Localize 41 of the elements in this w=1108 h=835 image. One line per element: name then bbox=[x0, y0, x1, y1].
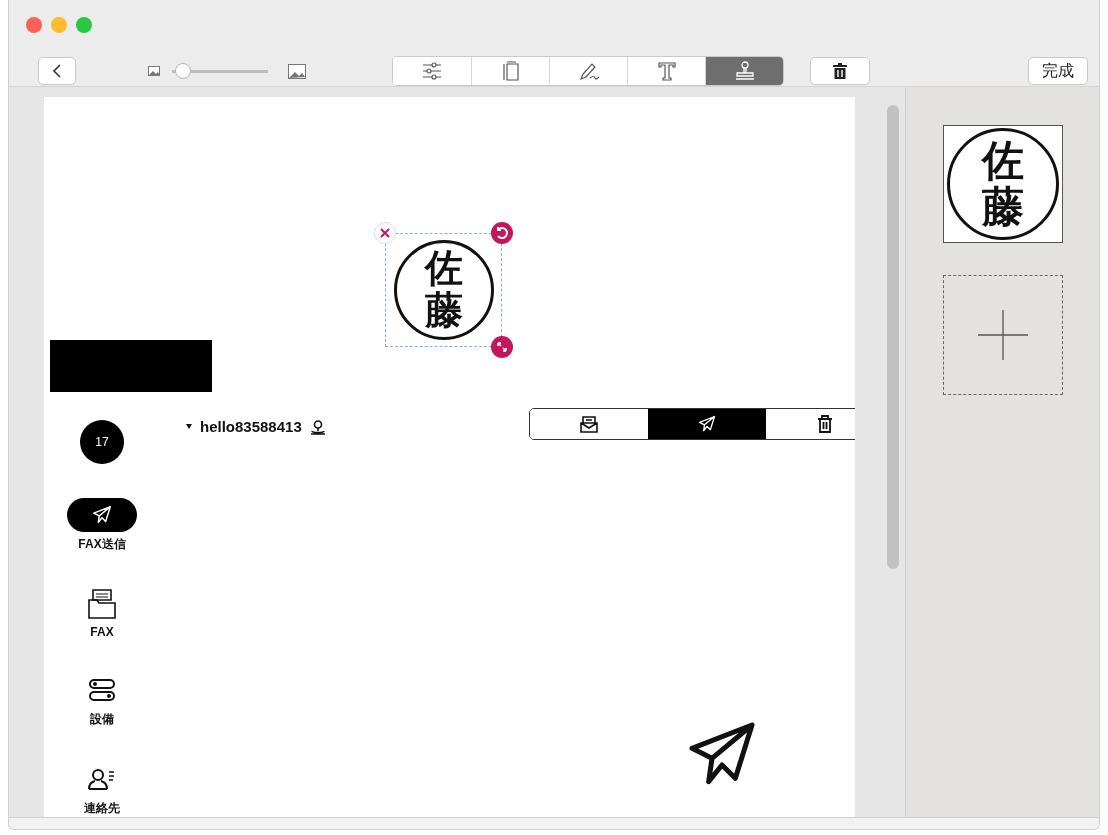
stamp-text: 佐藤 bbox=[424, 248, 463, 332]
caret-icon[interactable] bbox=[186, 424, 192, 429]
segment-tab[interactable] bbox=[648, 409, 766, 439]
close-window-button[interactable] bbox=[26, 17, 42, 33]
scrollbar-thumb[interactable] bbox=[887, 105, 899, 569]
zoom-window-button[interactable] bbox=[76, 17, 92, 33]
server-icon bbox=[88, 678, 116, 702]
sliders-icon bbox=[422, 62, 442, 80]
nav-item[interactable]: FAX bbox=[67, 587, 137, 639]
nav-item[interactable]: 連絡先 bbox=[67, 762, 137, 817]
rotate-handle[interactable] bbox=[491, 222, 513, 244]
paper-plane-icon bbox=[697, 414, 717, 434]
trash-icon bbox=[817, 415, 833, 433]
plus-icon bbox=[977, 310, 1028, 360]
pages-icon bbox=[502, 61, 519, 81]
delete-button[interactable] bbox=[810, 57, 870, 85]
nav-item[interactable]: 設備 bbox=[67, 673, 137, 728]
stamp-selection[interactable]: 佐藤 bbox=[373, 221, 514, 359]
location-pin-icon bbox=[309, 418, 326, 435]
stamp-thumbnail[interactable]: 佐藤 bbox=[942, 125, 1063, 243]
large-image-icon bbox=[288, 63, 306, 79]
back-button[interactable] bbox=[38, 57, 76, 85]
add-stamp-button[interactable] bbox=[942, 275, 1063, 395]
pen-icon bbox=[577, 61, 600, 81]
text-icon bbox=[656, 61, 677, 81]
small-image-icon bbox=[148, 66, 160, 76]
slider-thumb[interactable] bbox=[175, 63, 192, 79]
remove-handle[interactable] bbox=[374, 222, 396, 244]
chevron-left-icon bbox=[52, 64, 62, 78]
resize-handle[interactable] bbox=[491, 336, 513, 358]
trash-icon bbox=[833, 63, 847, 79]
envelope-icon bbox=[580, 415, 598, 433]
fax-tray-icon bbox=[87, 588, 117, 620]
contact-list-icon bbox=[87, 767, 117, 791]
tool-tab[interactable] bbox=[705, 57, 783, 85]
account-name[interactable]: hello83588413 bbox=[200, 418, 302, 435]
paper-plane-icon bbox=[91, 504, 113, 526]
stamp-text: 佐藤 bbox=[981, 137, 1024, 231]
count-badge: 17 bbox=[80, 420, 124, 464]
stamp-icon bbox=[733, 61, 756, 81]
done-button[interactable]: 完成 bbox=[1028, 57, 1088, 85]
